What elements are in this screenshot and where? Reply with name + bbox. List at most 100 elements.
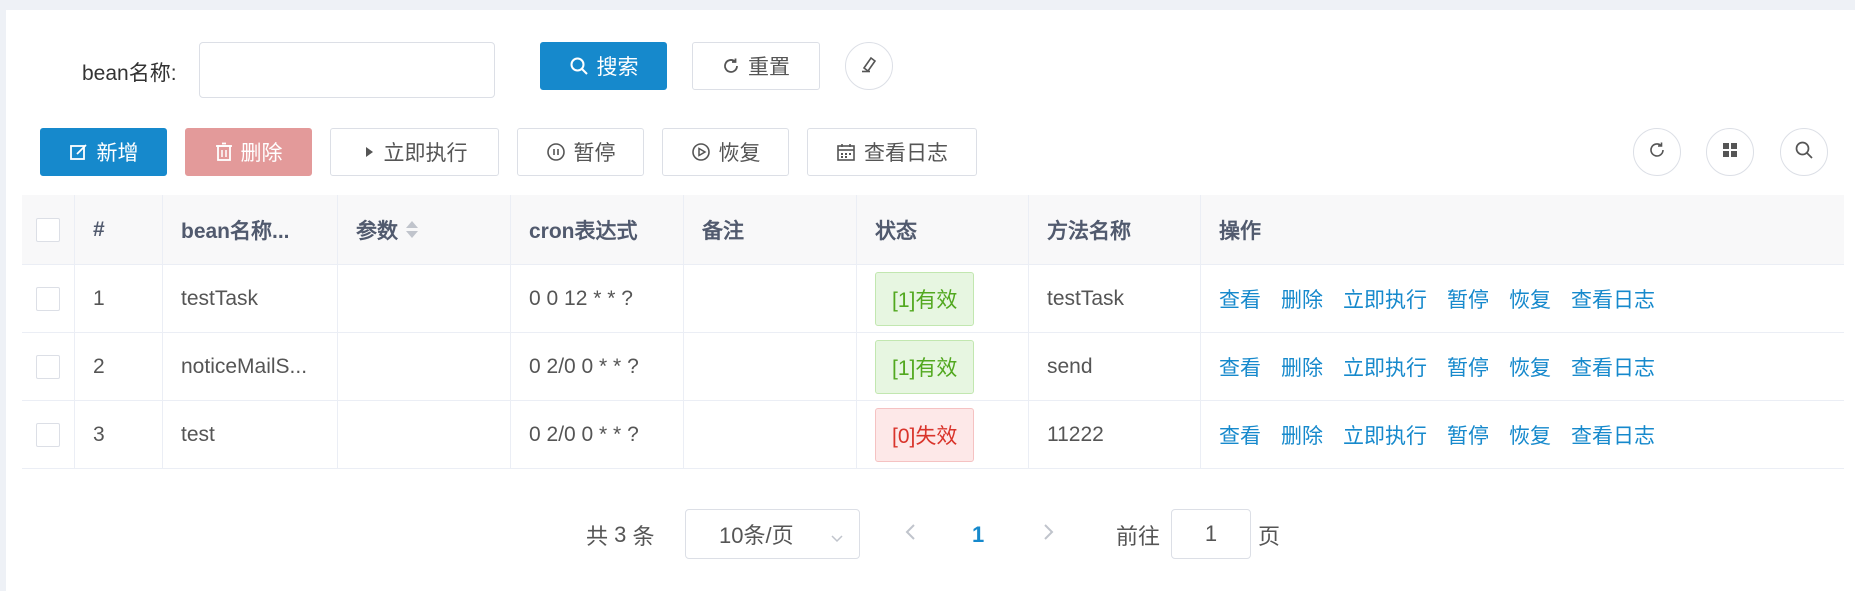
eraser-icon [859,54,879,79]
view-log-button-label: 查看日志 [864,142,948,165]
cell-index: 1 [75,265,163,332]
cell-method: 11222 [1029,401,1201,468]
cell-remark [684,265,857,332]
run-now-link[interactable]: 立即执行 [1343,420,1427,450]
chevron-right-icon [1040,522,1056,548]
chevron-down-icon [829,526,845,552]
header-status: 状态 [857,195,1029,264]
resume-link[interactable]: 恢复 [1509,352,1551,382]
resume-link[interactable]: 恢复 [1509,420,1551,450]
pause-link[interactable]: 暂停 [1447,352,1489,382]
refresh-icon [1648,141,1666,164]
delete-button[interactable]: 删除 [185,128,312,176]
cell-status: [1]有效 [857,265,1029,332]
goto-page-input[interactable] [1171,509,1251,559]
row-checkbox[interactable] [36,422,60,447]
page-number-current[interactable]: 1 [972,510,984,560]
total-prefix: 共 [586,524,609,549]
header-actions: 操作 [1219,219,1261,243]
header-params[interactable]: 参数 [338,195,511,264]
cell-cron: 0 2/0 0 * * ? [511,333,684,400]
row-actions: 查看 删除 立即执行 暂停 恢复 查看日志 [1219,352,1655,382]
row-checkbox[interactable] [36,286,60,311]
prev-page-button[interactable] [903,510,919,560]
view-link[interactable]: 查看 [1219,420,1261,450]
total-suffix: 条 [632,524,655,549]
select-all-checkbox[interactable] [36,217,60,242]
cell-actions: 查看 删除 立即执行 暂停 恢复 查看日志 [1201,401,1844,468]
view-log-link[interactable]: 查看日志 [1571,420,1655,450]
cell-bean-name: test [163,401,338,468]
pagination-total: 共 3 条 [586,510,655,560]
status-badge: [0]失效 [875,407,975,462]
view-link[interactable]: 查看 [1219,352,1261,382]
view-log-button[interactable]: 查看日志 [807,128,977,176]
resume-link[interactable]: 恢复 [1509,284,1551,314]
resume-button[interactable]: 恢复 [662,128,789,176]
delete-button-label: 删除 [240,142,283,165]
row-select-cell [22,333,75,400]
reset-button[interactable]: 重置 [692,42,820,90]
top-band [0,0,1855,10]
run-now-link[interactable]: 立即执行 [1343,284,1427,314]
bean-name-input[interactable] [199,42,495,98]
goto-label: 前往 [1116,524,1161,549]
cell-status: [0]失效 [857,401,1029,468]
search-icon [569,56,589,76]
view-log-link[interactable]: 查看日志 [1571,352,1655,382]
calendar-icon [836,142,856,162]
sort-icon[interactable] [406,221,418,238]
pause-circle-icon [546,142,566,162]
search-label: bean名称: [82,62,177,85]
status-badge: [1]有效 [875,339,975,394]
page-size-select[interactable]: 10条/页 [685,509,860,559]
header-remark: 备注 [684,195,857,264]
add-button[interactable]: 新增 [40,128,167,176]
search-button[interactable]: 搜索 [540,42,667,90]
clear-button[interactable] [845,42,893,90]
pause-link[interactable]: 暂停 [1447,420,1489,450]
grid-icon [1721,141,1739,164]
cell-actions: 查看 删除 立即执行 暂停 恢复 查看日志 [1201,333,1844,400]
cell-remark [684,401,857,468]
run-now-link[interactable]: 立即执行 [1343,352,1427,382]
view-log-link[interactable]: 查看日志 [1571,284,1655,314]
cell-params [338,265,511,332]
cell-cron: 0 0 12 * * ? [511,265,684,332]
next-page-button[interactable] [1040,510,1056,560]
goto-suffix: 页 [1258,524,1281,549]
table-row: 1 testTask 0 0 12 * * ? [1]有效 testTask 查看 删除 立即… [22,265,1844,333]
cell-method: testTask [1029,265,1201,332]
delete-link[interactable]: 删除 [1281,284,1323,314]
cell-index: 2 [75,333,163,400]
play-icon [362,144,376,160]
cell-bean-name: testTask [163,265,338,332]
resume-button-label: 恢复 [718,142,761,165]
view-link[interactable]: 查看 [1219,284,1261,314]
cell-status: [1]有效 [857,333,1029,400]
pause-link[interactable]: 暂停 [1447,284,1489,314]
refresh-table-button[interactable] [1633,128,1681,176]
row-select-cell [22,401,75,468]
refresh-icon [722,57,740,75]
total-count: 3 [614,522,627,547]
table-row: 2 noticeMailS... 0 2/0 0 * * ? [1]有效 send 查看删… [22,333,1844,401]
left-band [0,0,6,591]
header-bean-name: bean名称... [163,195,338,264]
pause-button-label: 暂停 [573,142,616,165]
cell-actions: 查看 删除 立即执行 暂停 恢复 查看日志 [1201,265,1844,332]
trash-icon [215,142,233,162]
run-now-button[interactable]: 立即执行 [330,128,499,176]
delete-link[interactable]: 删除 [1281,352,1323,382]
header-params-label: 参数 [356,219,398,243]
delete-link[interactable]: 删除 [1281,420,1323,450]
cell-bean-name: noticeMailS... [163,333,338,400]
columns-toggle-button[interactable] [1706,128,1754,176]
run-now-button-label: 立即执行 [383,142,468,165]
toggle-search-button[interactable] [1780,128,1828,176]
header-method: 方法名称 [1029,195,1201,264]
row-actions: 查看 删除 立即执行 暂停 恢复 查看日志 [1219,420,1655,450]
header-cron: cron表达式 [511,195,684,264]
row-checkbox[interactable] [36,354,60,379]
pause-button[interactable]: 暂停 [517,128,644,176]
